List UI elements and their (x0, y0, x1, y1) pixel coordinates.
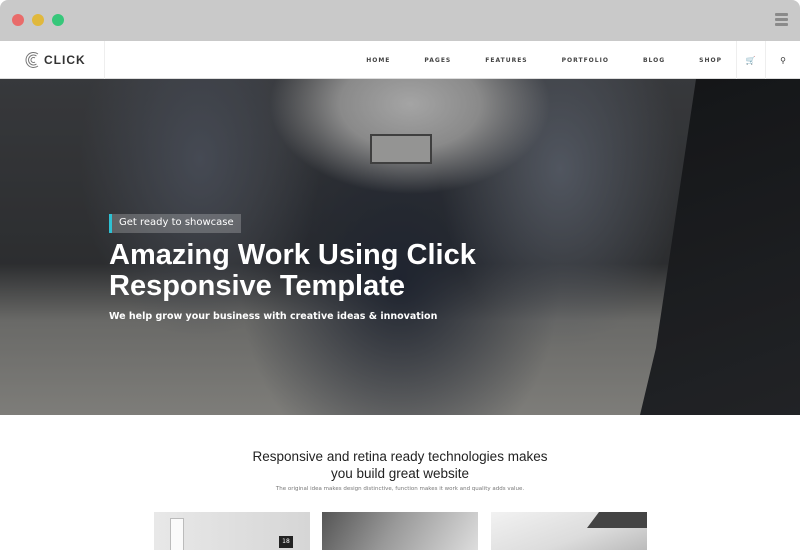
hero-title-line-2: Responsive Template (109, 270, 406, 302)
nav-features[interactable]: FEATURES (485, 57, 527, 64)
feature-card-3[interactable] (491, 512, 647, 550)
nav-shop[interactable]: SHOP (699, 57, 722, 64)
section-subtitle: The original idea makes design distincti… (275, 486, 525, 492)
hero-subtitle: We help grow your business with creative… (109, 311, 438, 322)
minimize-window-button[interactable] (32, 14, 44, 26)
hero-tag: Get ready to showcase (109, 214, 241, 233)
nav-pages[interactable]: PAGES (424, 57, 451, 64)
close-window-button[interactable] (12, 14, 24, 26)
section-title-line-1: Responsive and retina ready technologies… (252, 449, 548, 464)
nav-home[interactable]: HOME (366, 57, 390, 64)
hero-title-line-1: Amazing Work Using Click (109, 239, 476, 271)
search-icon[interactable]: ⚲ (765, 41, 800, 79)
feature-card-1[interactable]: 18 (154, 512, 310, 550)
nav-blog[interactable]: BLOG (643, 57, 665, 64)
site-header: CLICK HOME PAGES FEATURES PORTFOLIO BLOG… (0, 41, 800, 79)
logo[interactable]: CLICK (0, 41, 105, 79)
hero-title: Amazing Work Using Click Responsive Temp… (109, 240, 476, 302)
logo-text: CLICK (44, 53, 86, 67)
maximize-window-button[interactable] (52, 14, 64, 26)
cart-icon[interactable]: 🛒 (736, 41, 764, 79)
section-title-line-2: you build great website (330, 466, 470, 481)
hamburger-menu-icon[interactable] (775, 13, 788, 28)
logo-c-icon (25, 52, 39, 68)
feature-card-2[interactable] (322, 512, 478, 550)
card-badge: 18 (279, 536, 293, 548)
main-nav: HOME PAGES FEATURES PORTFOLIO BLOG SHOP (332, 41, 722, 79)
card-image-laptop (587, 512, 647, 528)
browser-chrome (0, 0, 800, 41)
nav-portfolio[interactable]: PORTFOLIO (562, 57, 609, 64)
card-image-book (170, 518, 184, 550)
section-title: Responsive and retina ready technologies… (0, 448, 800, 482)
